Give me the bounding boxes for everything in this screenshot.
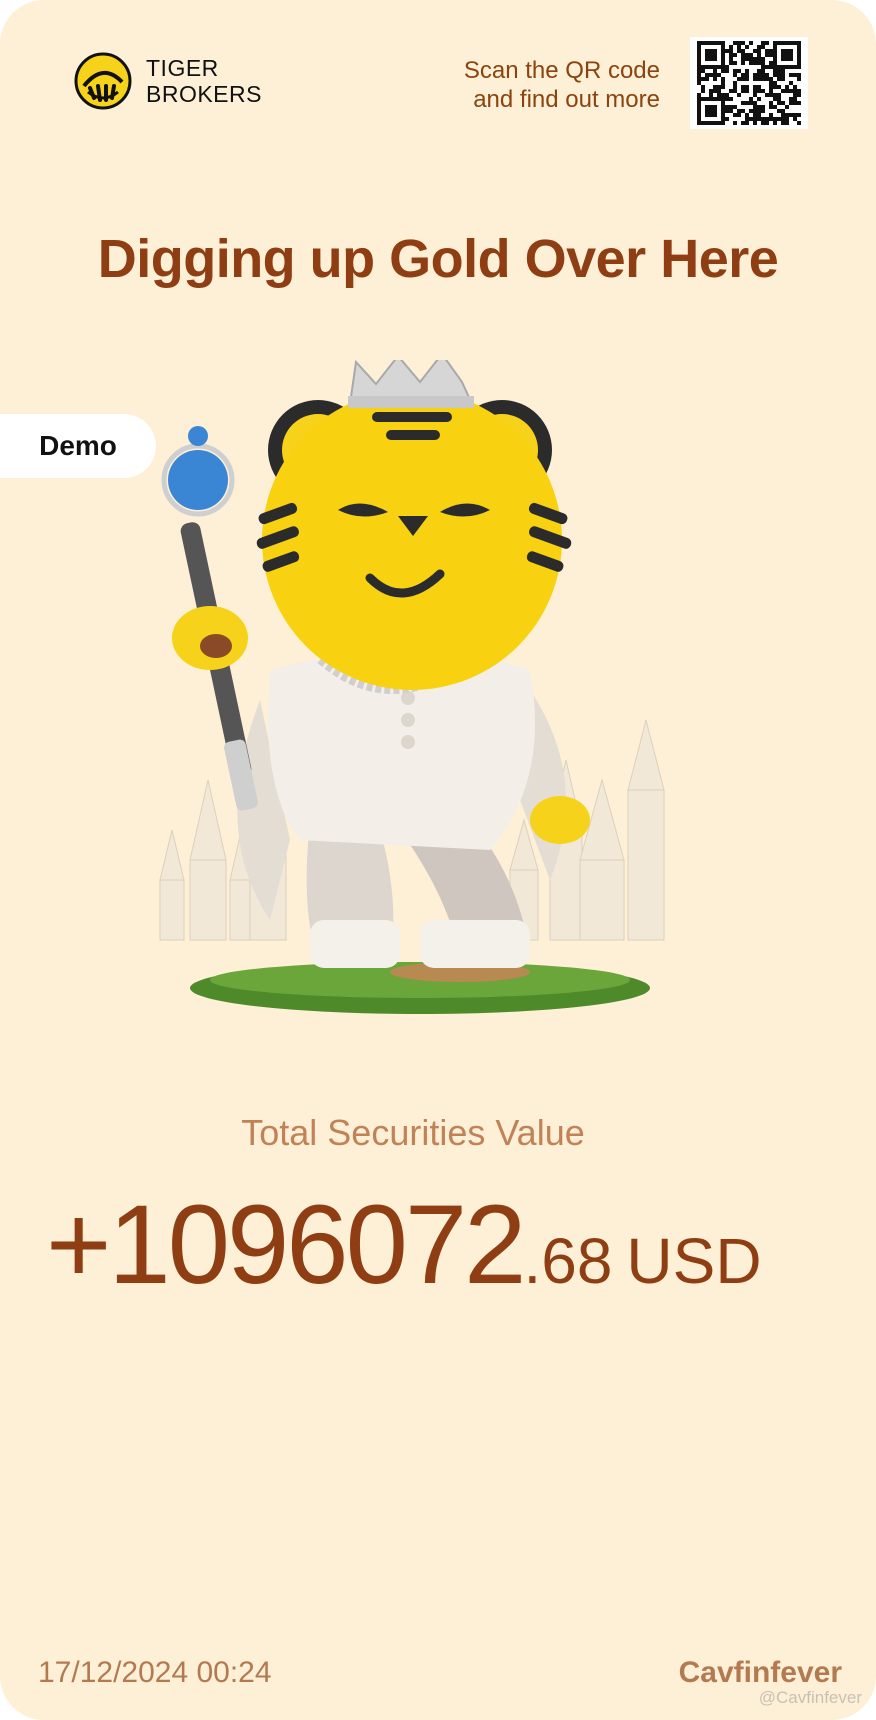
brand-header: TIGER BROKERS xyxy=(74,52,262,110)
headline: Digging up Gold Over Here xyxy=(97,229,779,289)
value-currency: USD xyxy=(626,1225,762,1297)
brand-name-line1: TIGER xyxy=(146,55,219,81)
qr-caption-line1: Scan the QR code xyxy=(463,57,660,84)
share-card: TIGER BROKERS Scan the QR code and find … xyxy=(0,0,876,1720)
demo-badge: Demo xyxy=(0,414,156,478)
total-securities-value-label: Total Securities Value xyxy=(241,1112,585,1153)
value-integer: +1096072 xyxy=(46,1182,526,1307)
watermark: @Cavfinfever xyxy=(758,1688,862,1707)
brand-name: TIGER BROKERS xyxy=(146,55,262,107)
tiger-logo-icon xyxy=(74,52,132,110)
qr-code-graphic xyxy=(697,41,801,125)
qr-code-icon[interactable] xyxy=(690,37,808,129)
username: Cavfinfever xyxy=(678,1656,842,1689)
total-securities-value: +1096072.68 USD xyxy=(46,1180,762,1309)
value-decimal: .68 xyxy=(523,1225,613,1297)
timestamp: 17/12/2024 00:24 xyxy=(38,1656,272,1689)
qr-caption-line2: and find out more xyxy=(473,86,660,113)
tiger-king-mascot-icon xyxy=(159,360,665,1014)
qr-caption: Scan the QR code and find out more xyxy=(464,56,660,114)
brand-name-line2: BROKERS xyxy=(146,81,262,107)
